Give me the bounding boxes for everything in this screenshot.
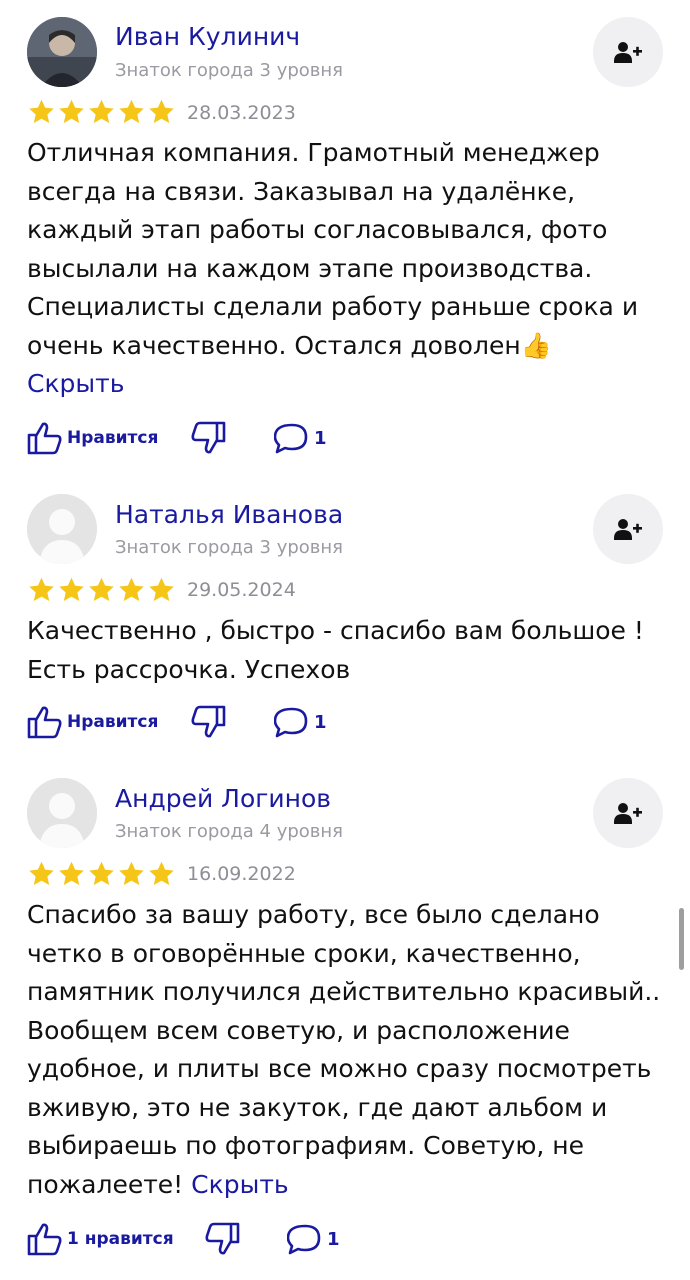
thumbs-down-icon <box>191 705 226 738</box>
author-level: Знаток города 3 уровня <box>115 537 344 558</box>
review-actions: Нравится 1 <box>27 702 667 742</box>
star-icon <box>119 861 144 885</box>
like-label: Нравится <box>67 428 159 448</box>
star-icon <box>89 861 114 885</box>
thumbs-up-icon <box>27 706 62 739</box>
comments-button[interactable]: 1 <box>287 1219 340 1259</box>
review-actions: 1 нравится 1 <box>27 1219 667 1259</box>
star-icon <box>119 99 144 123</box>
review-text: Отличная компания. Грамотный менеджер вс… <box>27 134 667 404</box>
star-icon <box>59 861 84 885</box>
avatar[interactable] <box>27 17 97 87</box>
star-icon <box>29 577 54 601</box>
like-button[interactable]: 1 нравится <box>27 1219 174 1259</box>
rating-stars <box>27 576 176 604</box>
avatar-placeholder-icon <box>27 778 97 848</box>
review-date: 28.03.2023 <box>187 102 296 124</box>
like-button[interactable]: Нравится <box>27 418 158 458</box>
review-text-body: Спасибо за вашу работу, все было сделано… <box>27 900 661 1199</box>
rating-stars <box>27 860 176 888</box>
review-text: Качественно , быстро - спасибо вам больш… <box>27 616 644 684</box>
star-icon <box>119 577 144 601</box>
person-plus-icon <box>614 519 642 540</box>
author-name[interactable]: Иван Кулинич <box>115 22 300 52</box>
comment-icon <box>274 423 308 454</box>
star-icon <box>149 577 174 601</box>
subscribe-button[interactable] <box>593 17 663 87</box>
star-icon <box>59 577 84 601</box>
comments-button[interactable]: 1 <box>274 702 327 742</box>
like-button[interactable]: Нравится <box>27 702 158 742</box>
hide-link[interactable]: Скрыть <box>27 369 124 398</box>
like-label: 1 нравится <box>67 1229 174 1249</box>
thumbs-up-icon <box>27 1223 62 1256</box>
star-icon <box>149 861 174 885</box>
review-date: 16.09.2022 <box>187 863 296 885</box>
author-level: Знаток города 4 уровня <box>115 821 344 842</box>
review-text-body: Отличная компания. Грамотный менеджер вс… <box>27 138 639 360</box>
thumbs-up-emoji: 👍 <box>520 330 552 360</box>
avatar[interactable] <box>27 494 97 564</box>
avatar-photo <box>27 17 97 87</box>
comment-icon <box>287 1224 321 1255</box>
subscribe-button[interactable] <box>593 778 663 848</box>
thumbs-up-icon <box>27 422 62 455</box>
author-level: Знаток города 3 уровня <box>115 60 344 81</box>
star-icon <box>59 99 84 123</box>
star-icon <box>149 99 174 123</box>
dislike-button[interactable] <box>204 1219 240 1259</box>
person-plus-icon <box>614 42 642 63</box>
scrollbar[interactable] <box>679 908 684 970</box>
avatar[interactable] <box>27 778 97 848</box>
comments-count: 1 <box>327 1228 340 1250</box>
avatar-placeholder-icon <box>27 494 97 564</box>
comments-count: 1 <box>314 427 327 449</box>
review-actions: Нравится 1 <box>27 418 667 458</box>
star-icon <box>89 99 114 123</box>
comments-button[interactable]: 1 <box>274 418 327 458</box>
star-icon <box>89 577 114 601</box>
thumbs-down-icon <box>191 421 226 454</box>
comment-icon <box>274 707 308 738</box>
person-plus-icon <box>614 803 642 824</box>
dislike-button[interactable] <box>190 702 226 742</box>
subscribe-button[interactable] <box>593 494 663 564</box>
comments-count: 1 <box>314 711 327 733</box>
hide-link[interactable]: Скрыть <box>191 1170 288 1199</box>
review-text: Спасибо за вашу работу, все было сделано… <box>27 896 667 1204</box>
like-label: Нравится <box>67 712 159 732</box>
star-icon <box>29 861 54 885</box>
thumbs-down-icon <box>205 1222 240 1255</box>
author-name[interactable]: Андрей Логинов <box>115 784 331 814</box>
dislike-button[interactable] <box>190 418 226 458</box>
review-date: 29.05.2024 <box>187 579 296 601</box>
star-icon <box>29 99 54 123</box>
author-name[interactable]: Наталья Иванова <box>115 500 343 530</box>
rating-stars <box>27 98 176 126</box>
